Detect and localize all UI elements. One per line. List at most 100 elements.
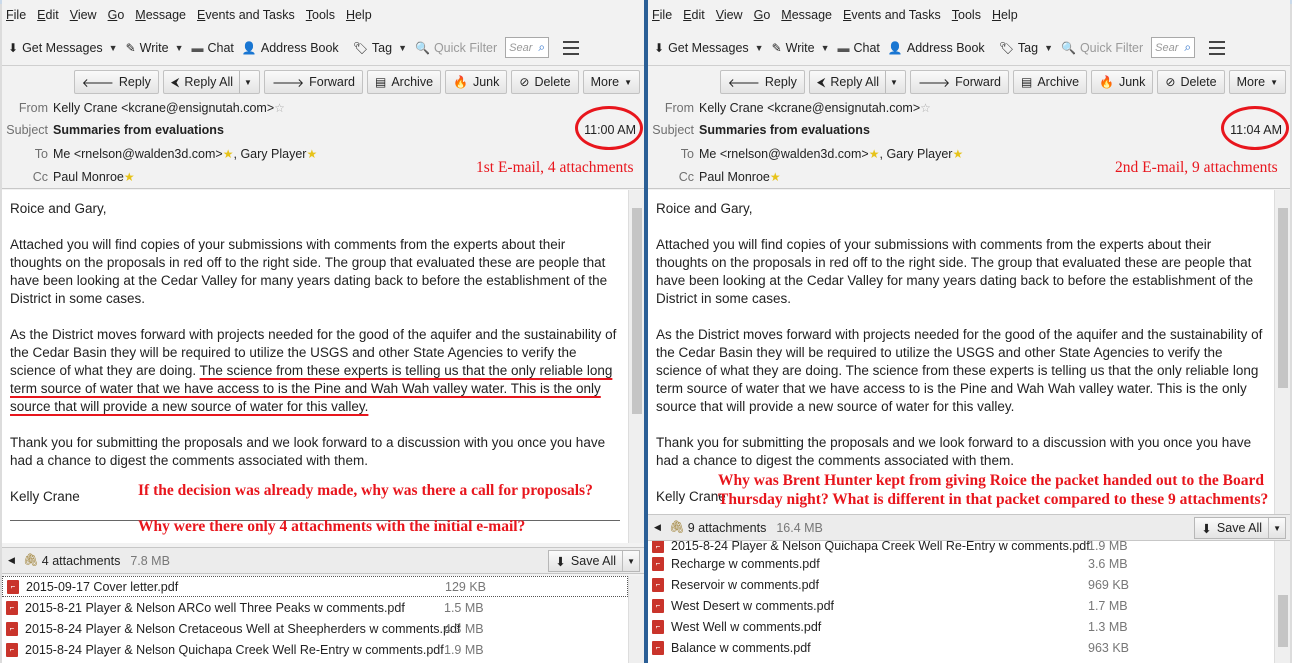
chevron-down-icon[interactable]: ▼ [175,43,184,53]
attachment-item[interactable]: ⌐ 2015-8-24 Player & Nelson Quichapa Cree… [2,639,628,660]
forward-button[interactable]: 🡒 Forward [263,70,363,94]
cc-address[interactable]: Paul Monroe [699,170,770,184]
chevron-down-icon[interactable]: ▼ [821,43,830,53]
to-me[interactable]: Me <rnelson@walden3d.com> [53,147,223,161]
attachment-item[interactable]: ⌐ 2015-8-21 Player & Nelson ARCo well Thr… [2,597,628,618]
menu-help[interactable]: Help [346,8,372,22]
write-button[interactable]: ✎ Write ▼ [126,41,184,55]
tag-button[interactable]: 🏷 Tag ▼ [353,41,407,55]
attachment-scrollbar[interactable] [628,576,644,663]
menu-view[interactable]: View [716,8,743,22]
from-address[interactable]: Kelly Crane <kcrane@ensignutah.com> [699,101,920,115]
menu-go[interactable]: Go [754,8,771,22]
menu-edit[interactable]: Edit [683,8,705,22]
tag-icon: 🏷 [352,40,368,55]
star-icon[interactable]: ★ [952,147,963,161]
attachment-scrollbar[interactable] [1274,541,1290,663]
menu-go[interactable]: Go [108,8,125,22]
star-icon[interactable]: ★ [770,170,781,184]
delete-button[interactable]: ⊘ Delete [511,70,579,94]
chevron-down-icon[interactable]: ▼ [1268,518,1281,538]
star-icon[interactable]: ★ [124,170,135,184]
star-icon[interactable]: ★ [306,147,317,161]
reply-all-button[interactable]: ⮜ Reply All ▼ [808,70,906,94]
address-book-button[interactable]: 👤 Address Book [888,41,985,55]
scrollbar-thumb[interactable] [1278,595,1288,647]
attachment-bar: ◀ 🖇 9 attachments 16.4 MB ⬇ Save All ▼ [648,514,1290,541]
star-icon[interactable]: ★ [869,147,880,161]
menu-help[interactable]: Help [992,8,1018,22]
body-scrollbar[interactable] [628,190,644,543]
attachment-item[interactable]: ⌐ Reservoir w comments.pdf 969 KB [648,574,1274,595]
menu-tools[interactable]: Tools [306,8,335,22]
menu-edit[interactable]: Edit [37,8,59,22]
delete-icon: ⊘ [1165,75,1176,89]
tag-button[interactable]: 🏷 Tag ▼ [999,41,1053,55]
menu-message[interactable]: Message [781,8,832,22]
attachment-item[interactable]: ⌐ West Well w comments.pdf 1.3 MB [648,616,1274,637]
scrollbar-thumb[interactable] [632,208,642,414]
scrollbar-thumb[interactable] [1278,208,1288,388]
search-input[interactable]: Sear ⌕ [1151,37,1196,58]
chevron-down-icon[interactable]: ▼ [755,43,764,53]
save-all-button[interactable]: ⬇ Save All ▼ [1194,517,1286,539]
archive-button[interactable]: ▤ Archive [1013,70,1088,94]
chat-button[interactable]: ▬ Chat [192,41,234,55]
chevron-down-icon[interactable]: ▼ [622,551,635,571]
cc-address[interactable]: Paul Monroe [53,170,124,184]
attachment-item[interactable]: ⌐ 2015-09-17 Cover letter.pdf 129 KB [2,576,628,597]
more-button[interactable]: More ▼ [1228,70,1286,94]
menu-message[interactable]: Message [135,8,186,22]
delete-button[interactable]: ⊘ Delete [1157,70,1225,94]
chevron-down-icon[interactable]: ▼ [885,71,898,93]
more-button[interactable]: More ▼ [582,70,640,94]
star-icon[interactable]: ☆ [920,101,931,115]
get-messages-button[interactable]: ⬇ Get Messages ▼ [654,41,764,55]
to-other[interactable]: Gary Player [886,147,952,161]
menu-view[interactable]: View [70,8,97,22]
from-address[interactable]: Kelly Crane <kcrane@ensignutah.com> [53,101,274,115]
star-icon[interactable]: ★ [223,147,234,161]
chevron-down-icon[interactable]: ▼ [239,71,252,93]
menu-file[interactable]: File [6,8,26,22]
to-other[interactable]: Gary Player [240,147,306,161]
attachment-item[interactable]: ⌐ West Desert w comments.pdf 1.7 MB [648,595,1274,616]
write-button[interactable]: ✎ Write ▼ [772,41,830,55]
chevron-down-icon[interactable]: ▼ [109,43,118,53]
junk-button[interactable]: 🔥 Junk [1091,70,1154,94]
save-all-button[interactable]: ⬇ Save All ▼ [548,550,640,572]
star-icon[interactable]: ☆ [274,101,285,115]
quick-filter-button[interactable]: 🔍 Quick Filter [415,41,497,55]
attachment-item[interactable]: ⌐ Recharge w comments.pdf 3.6 MB [648,553,1274,574]
menu-events-and-tasks[interactable]: Events and Tasks [197,8,295,22]
twisty-icon[interactable]: ◀ [654,522,661,533]
to-me[interactable]: Me <rnelson@walden3d.com> [699,147,869,161]
address-book-button[interactable]: 👤 Address Book [242,41,339,55]
body-scrollbar[interactable] [1274,190,1290,514]
chevron-down-icon[interactable]: ▼ [398,43,407,53]
attachment-bar: ◀ 🖇 4 attachments 7.8 MB ⬇ Save All ▼ [2,547,644,574]
chat-button[interactable]: ▬ Chat [838,41,880,55]
forward-button[interactable]: 🡒 Forward [909,70,1009,94]
attachment-item[interactable]: ⌐ 2015-8-24 Player & Nelson Quichapa Cree… [648,541,1274,553]
pdf-icon: ⌐ [652,619,664,634]
quick-filter-button[interactable]: 🔍 Quick Filter [1061,41,1143,55]
attachment-item[interactable]: ⌐ 2015-8-24 Player & Nelson Cretaceous We… [2,618,628,639]
reply-all-button[interactable]: ⮜ Reply All ▼ [162,70,260,94]
reply-button[interactable]: 🡐 Reply [719,70,805,94]
hamburger-menu-icon[interactable] [563,40,580,55]
junk-button[interactable]: 🔥 Junk [445,70,508,94]
hamburger-menu-icon[interactable] [1209,40,1226,55]
get-messages-button[interactable]: ⬇ Get Messages ▼ [8,41,118,55]
attachment-item[interactable]: ⌐ Balance w comments.pdf 963 KB [648,637,1274,658]
menu-file[interactable]: File [652,8,672,22]
archive-button[interactable]: ▤ Archive [367,70,442,94]
chevron-down-icon[interactable]: ▼ [1044,43,1053,53]
reply-button[interactable]: 🡐 Reply [73,70,159,94]
subject-row: Subject Summaries from evaluations [652,123,870,137]
menu-tools[interactable]: Tools [952,8,981,22]
search-input[interactable]: Sear ⌕ [505,37,550,58]
left-email-window: File Edit View Go Message Events and Tas… [2,0,644,663]
twisty-icon[interactable]: ◀ [8,555,15,566]
menu-events-and-tasks[interactable]: Events and Tasks [843,8,941,22]
